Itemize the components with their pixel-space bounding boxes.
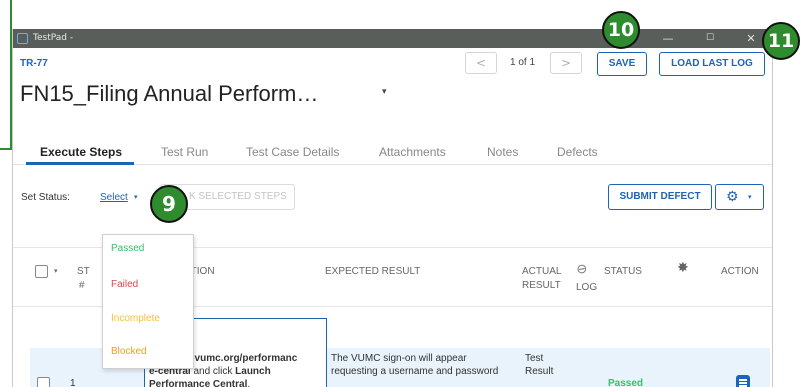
set-status-label: Set Status: [21,192,70,203]
column-header-expected-result: EXPECTED RESULT [325,266,421,277]
maximize-icon[interactable]: ☐ [699,31,721,46]
test-case-title: FN15_Filing Annual Perform… [20,81,319,106]
description-line-3-text: . [247,379,251,387]
actual-line-2: Result [525,366,554,377]
expected-line-1: The VUMC sign-on will appear [331,353,467,364]
column-header-step-number: # [79,280,85,291]
status-badge: Passed [608,378,644,387]
column-header-actual-result: RESULT [522,280,561,291]
chevron-down-icon[interactable]: ▾ [134,193,138,201]
close-icon[interactable]: ✕ [740,31,762,46]
chevron-down-icon: ▾ [748,193,752,201]
actual-line-1: Test [525,353,544,364]
app-icon [17,33,28,44]
column-header-step: ST [77,266,90,277]
submit-defect-button[interactable]: SUBMIT DEFECT [608,184,712,210]
select-all-caret-icon[interactable]: ▾ [54,265,58,278]
column-header-actual: ACTUAL [522,266,562,277]
description-line-2-bold-2: Launch [235,366,271,377]
status-option-failed[interactable]: Failed [111,279,138,290]
column-header-status: STATUS [604,266,642,277]
callout-10: 10 [602,11,640,49]
load-last-log-button[interactable]: LOAD LAST LOG [659,52,765,76]
row-checkbox[interactable] [37,377,50,387]
tab-test-run[interactable]: Test Run [161,145,208,159]
step-notes-icon[interactable] [736,375,750,387]
step-number: 1 [70,378,76,387]
description-line-2-text: and click [190,366,236,377]
tab-attachments[interactable]: Attachments [379,145,446,159]
status-option-blocked[interactable]: Blocked [111,346,147,357]
test-run-id: TR-77 [20,58,48,69]
page: TestPad - — ☐ ✕ TR-77 < 1 of 1 > SAVE LO… [0,0,805,387]
settings-menu-button[interactable]: ⚙ ▾ [715,184,764,210]
status-option-incomplete[interactable]: Incomplete [111,313,160,324]
previous-page-button[interactable]: < [465,52,497,74]
callout-9: 9 [150,185,188,223]
page-indicator: 1 of 1 [510,57,536,68]
tab-execute-steps[interactable]: Execute Steps [40,145,122,159]
status-option-passed[interactable]: Passed [111,243,144,254]
select-all-checkbox[interactable] [35,265,48,278]
tab-defects[interactable]: Defects [557,145,598,159]
title-bar[interactable]: TestPad - — ☐ ✕ [13,29,772,48]
tab-test-case-details[interactable]: Test Case Details [246,145,339,159]
description-line-3-bold: Performance Central [149,379,248,387]
title-dropdown-icon[interactable]: ▾ [382,87,387,97]
next-page-button[interactable]: > [550,52,582,74]
actual-result[interactable]: Test Result [525,352,553,378]
column-header-action: ACTION [721,266,759,277]
column-header-log: LOG [576,282,598,293]
save-button[interactable]: SAVE [597,52,647,76]
expected-line-2: requesting a username and password [331,366,499,377]
status-dropdown-menu: Passed Failed Incomplete Blocked [102,234,194,369]
bug-icon: ✸ [677,260,689,276]
testpad-window: TestPad - — ☐ ✕ TR-77 < 1 of 1 > SAVE LO… [12,29,773,387]
expected-result: The VUMC sign-on will appear requesting … [331,352,498,378]
active-tab-indicator [26,162,134,165]
callout-11: 11 [762,22,800,60]
minimize-icon[interactable]: — [657,31,679,46]
gear-icon: ⚙ [726,189,739,205]
status-select[interactable]: Select [100,192,128,203]
tab-notes[interactable]: Notes [487,145,518,159]
window-title: TestPad - [33,33,74,43]
background-frame [0,0,12,150]
paperclip-icon: ⊘ [572,260,591,279]
